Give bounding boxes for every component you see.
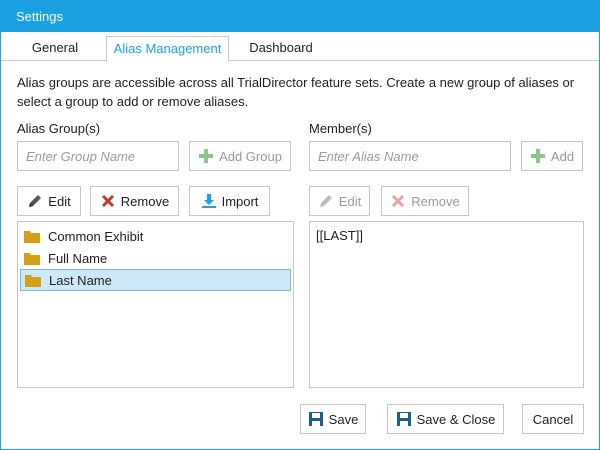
plus-icon [530,148,546,164]
save-button[interactable]: Save [300,404,366,434]
tab-bar: General Alias Management Dashboard [1,32,599,62]
remove-group-button[interactable]: Remove [90,186,179,216]
save-and-close-label: Save & Close [416,411,496,427]
add-group-label: Add Group [219,148,282,164]
list-item[interactable]: Common Exhibit [20,225,291,247]
add-group-button[interactable]: Add Group [189,141,291,171]
alias-groups-label: Alias Group(s) [17,121,101,136]
edit-member-label: Edit [338,193,362,209]
folder-icon [25,272,41,288]
edit-group-button[interactable]: Edit [17,186,81,216]
cancel-button[interactable]: Cancel [522,404,584,434]
cancel-label: Cancel [532,411,574,427]
remove-group-label: Remove [120,193,170,209]
members-label: Member(s) [309,121,372,136]
edit-member-button[interactable]: Edit [309,186,370,216]
save-label: Save [328,411,359,427]
remove-member-label: Remove [411,193,460,209]
edit-group-label: Edit [48,193,71,209]
tab-general[interactable]: General [17,36,93,61]
import-label: Import [221,193,259,209]
alias-name-input[interactable] [309,141,511,171]
folder-icon [24,228,40,244]
group-name-input[interactable] [17,141,179,171]
members-list[interactable]: [[LAST]] [309,221,584,388]
list-item[interactable]: Last Name [20,269,291,291]
remove-member-button[interactable]: Remove [381,186,469,216]
save-and-close-button[interactable]: Save & Close [387,404,504,434]
alias-groups-list[interactable]: Common Exhibit Full Name Last Name [17,221,294,388]
folder-icon [24,250,40,266]
list-item[interactable]: Full Name [20,247,291,269]
settings-dialog: Settings General Alias Management Dashbo… [0,0,600,450]
list-item[interactable]: [[LAST]] [316,228,363,243]
x-icon [100,193,116,209]
title-bar: Settings [1,1,599,32]
window-title: Settings [16,9,63,24]
tab-alias-management[interactable]: Alias Management [106,36,229,62]
list-item-label: Full Name [48,250,108,266]
floppy-disk-icon [308,411,324,427]
download-icon [201,193,217,209]
tab-dashboard[interactable]: Dashboard [241,36,321,61]
import-button[interactable]: Import [189,186,270,216]
description-text: Alias groups are accessible across all T… [17,75,575,109]
x-icon [390,193,406,209]
plus-icon [198,148,214,164]
add-member-button[interactable]: Add [521,141,583,171]
list-item-label: Common Exhibit [48,228,144,244]
list-item-label: Last Name [49,272,112,288]
add-member-label: Add [550,148,575,164]
pencil-icon [27,193,43,209]
floppy-disk-icon [396,411,412,427]
pencil-icon [318,193,334,209]
